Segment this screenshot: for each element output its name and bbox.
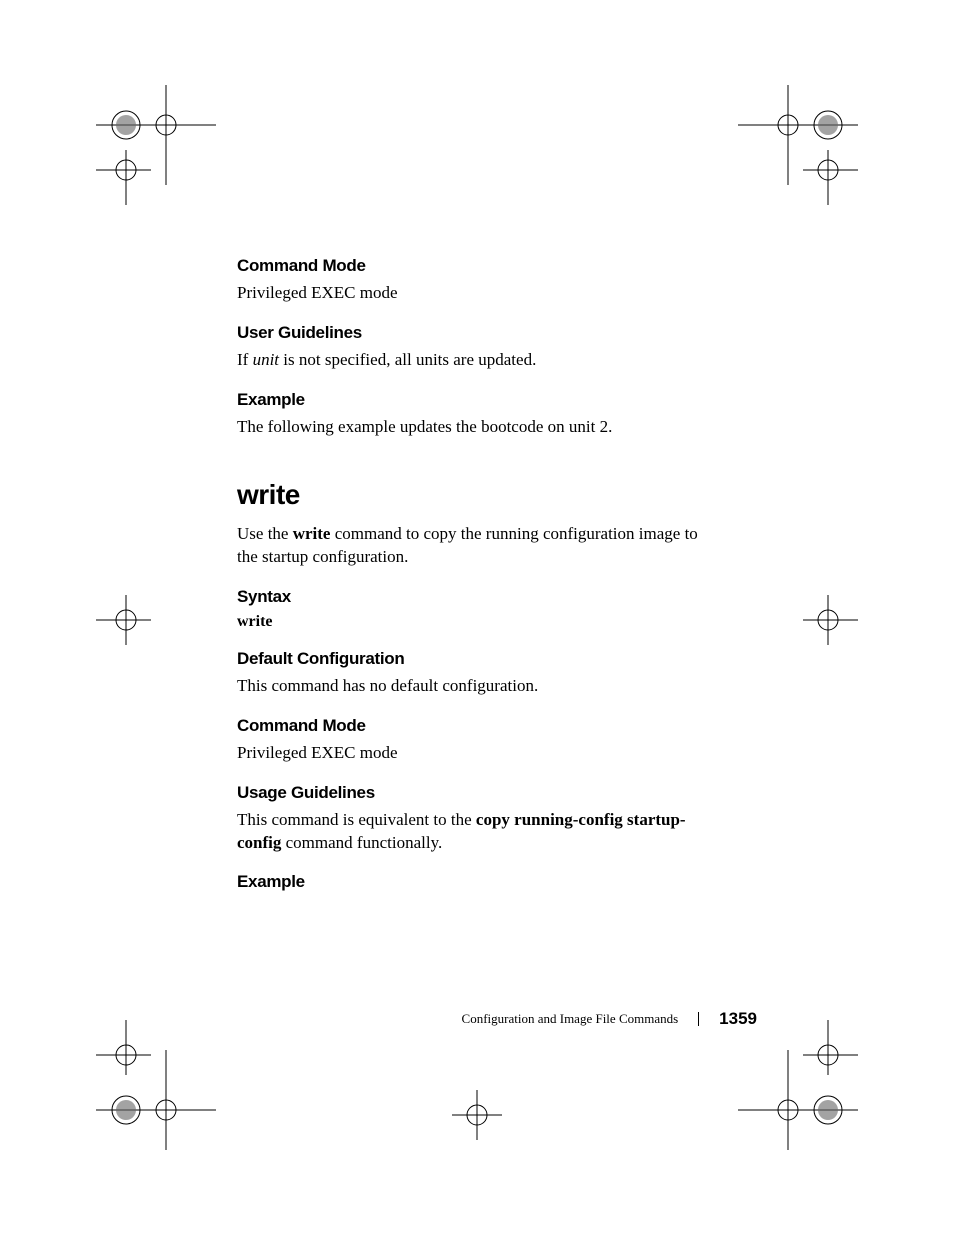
footer-separator [698, 1012, 699, 1026]
text-write-pre: Use the [237, 524, 293, 543]
text-example-1: The following example updates the bootco… [237, 416, 717, 439]
heading-example-2: Example [237, 872, 717, 892]
crop-mark-top-left [96, 85, 216, 185]
heading-write-command: write [237, 479, 717, 511]
page-footer: Configuration and Image File Commands 13… [462, 1009, 757, 1029]
heading-command-mode-1: Command Mode [237, 256, 717, 276]
crop-mark-top-right [738, 85, 858, 185]
crop-mark-bottom-right-upper [798, 1015, 858, 1075]
text-user-guidelines-post: is not specified, all units are updated. [279, 350, 536, 369]
text-write-desc: Use the write command to copy the runnin… [237, 523, 717, 569]
crop-mark-bottom-left [96, 1050, 216, 1150]
text-usage-pre: This command is equivalent to the [237, 810, 476, 829]
heading-example-1: Example [237, 390, 717, 410]
text-user-guidelines: If unit is not specified, all units are … [237, 349, 717, 372]
heading-default-config: Default Configuration [237, 649, 717, 669]
heading-user-guidelines: User Guidelines [237, 323, 717, 343]
text-default-config: This command has no default configuratio… [237, 675, 717, 698]
text-command-mode-1: Privileged EXEC mode [237, 282, 717, 305]
crop-mark-bottom-center [447, 1085, 507, 1145]
heading-command-mode-2: Command Mode [237, 716, 717, 736]
crop-mark-mid-right [798, 590, 858, 650]
crop-mark-top-left-lower [96, 150, 156, 210]
text-syntax: write [237, 613, 717, 631]
crop-mark-bottom-left-upper [96, 1015, 156, 1075]
heading-syntax: Syntax [237, 587, 717, 607]
footer-page-number: 1359 [719, 1009, 757, 1029]
footer-title: Configuration and Image File Commands [462, 1011, 679, 1027]
text-command-mode-2: Privileged EXEC mode [237, 742, 717, 765]
text-usage-post: command functionally. [281, 833, 442, 852]
crop-mark-bottom-right [738, 1050, 858, 1150]
text-user-guidelines-italic: unit [253, 350, 279, 369]
text-write-bold: write [293, 524, 331, 543]
page-content: Command Mode Privileged EXEC mode User G… [237, 256, 717, 898]
text-usage-guidelines: This command is equivalent to the copy r… [237, 809, 717, 855]
text-user-guidelines-pre: If [237, 350, 253, 369]
heading-usage-guidelines: Usage Guidelines [237, 783, 717, 803]
crop-mark-top-right-lower [798, 150, 858, 210]
crop-mark-mid-left [96, 590, 156, 650]
